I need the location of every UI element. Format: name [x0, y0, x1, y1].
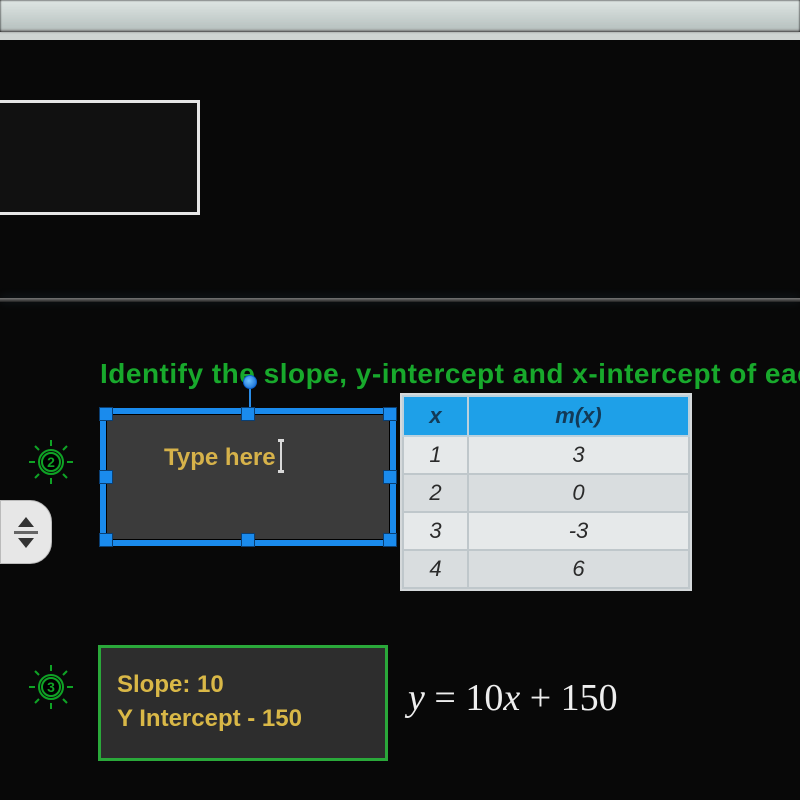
chevron-up-icon[interactable] [18, 517, 34, 527]
selected-text-box[interactable]: Type here [100, 408, 396, 546]
eq-plus: + [530, 677, 551, 719]
resize-handle-tm[interactable] [241, 407, 255, 421]
text-cursor-icon [278, 439, 284, 473]
cell-fx: 3 [468, 436, 689, 474]
chrome-gap [0, 32, 800, 40]
answer-line-slope: Slope: 10 [117, 668, 369, 702]
idea-bulb-icon[interactable]: 2 [24, 435, 78, 489]
resize-handle-bl[interactable] [99, 533, 113, 547]
rotate-handle[interactable] [243, 375, 257, 389]
bulb-number: 2 [41, 452, 61, 472]
answer-text-box[interactable]: Slope: 10 Y Intercept - 150 [98, 645, 388, 761]
resize-handle-ml[interactable] [99, 470, 113, 484]
cell-fx: 6 [468, 550, 689, 588]
cell-x: 4 [403, 550, 468, 588]
eq-const: 150 [561, 677, 618, 719]
cell-fx: -3 [468, 512, 689, 550]
answer-line-yint: Y Intercept - 150 [117, 702, 369, 736]
resize-handle-bm[interactable] [241, 533, 255, 547]
stage-divider [0, 298, 800, 302]
empty-placeholder-box[interactable] [0, 100, 200, 215]
eq-coef: 10 [465, 677, 503, 719]
resize-handle-tl[interactable] [99, 407, 113, 421]
textbox-placeholder[interactable]: Type here [106, 414, 276, 472]
resize-handle-mr[interactable] [383, 470, 397, 484]
bulb-number: 3 [41, 677, 61, 697]
slide-stepper[interactable] [0, 500, 52, 564]
col-x-header: x [403, 396, 468, 436]
idea-bulb-icon[interactable]: 3 [24, 660, 78, 714]
col-fx-header: m(x) [468, 396, 689, 436]
instruction-text: Identify the slope, y-intercept and x-in… [100, 358, 800, 390]
stepper-divider [14, 531, 38, 534]
cell-x: 2 [403, 474, 468, 512]
table-row: 4 6 [403, 550, 689, 588]
window-chrome [0, 0, 800, 32]
table-row: 3 -3 [403, 512, 689, 550]
eq-var: x [503, 677, 520, 719]
cell-x: 1 [403, 436, 468, 474]
cell-x: 3 [403, 512, 468, 550]
eq-lhs: y [408, 677, 425, 719]
resize-handle-tr[interactable] [383, 407, 397, 421]
table-row: 1 3 [403, 436, 689, 474]
equation-text: y = 10x + 150 [408, 676, 618, 720]
resize-handle-br[interactable] [383, 533, 397, 547]
table-header-row: x m(x) [403, 396, 689, 436]
slide-stage: Identify the slope, y-intercept and x-in… [0, 40, 800, 800]
eq-equals: = [434, 677, 455, 719]
function-table: x m(x) 1 3 2 0 3 -3 4 6 [402, 395, 690, 589]
cell-fx: 0 [468, 474, 689, 512]
chevron-down-icon[interactable] [18, 538, 34, 548]
table-row: 2 0 [403, 474, 689, 512]
